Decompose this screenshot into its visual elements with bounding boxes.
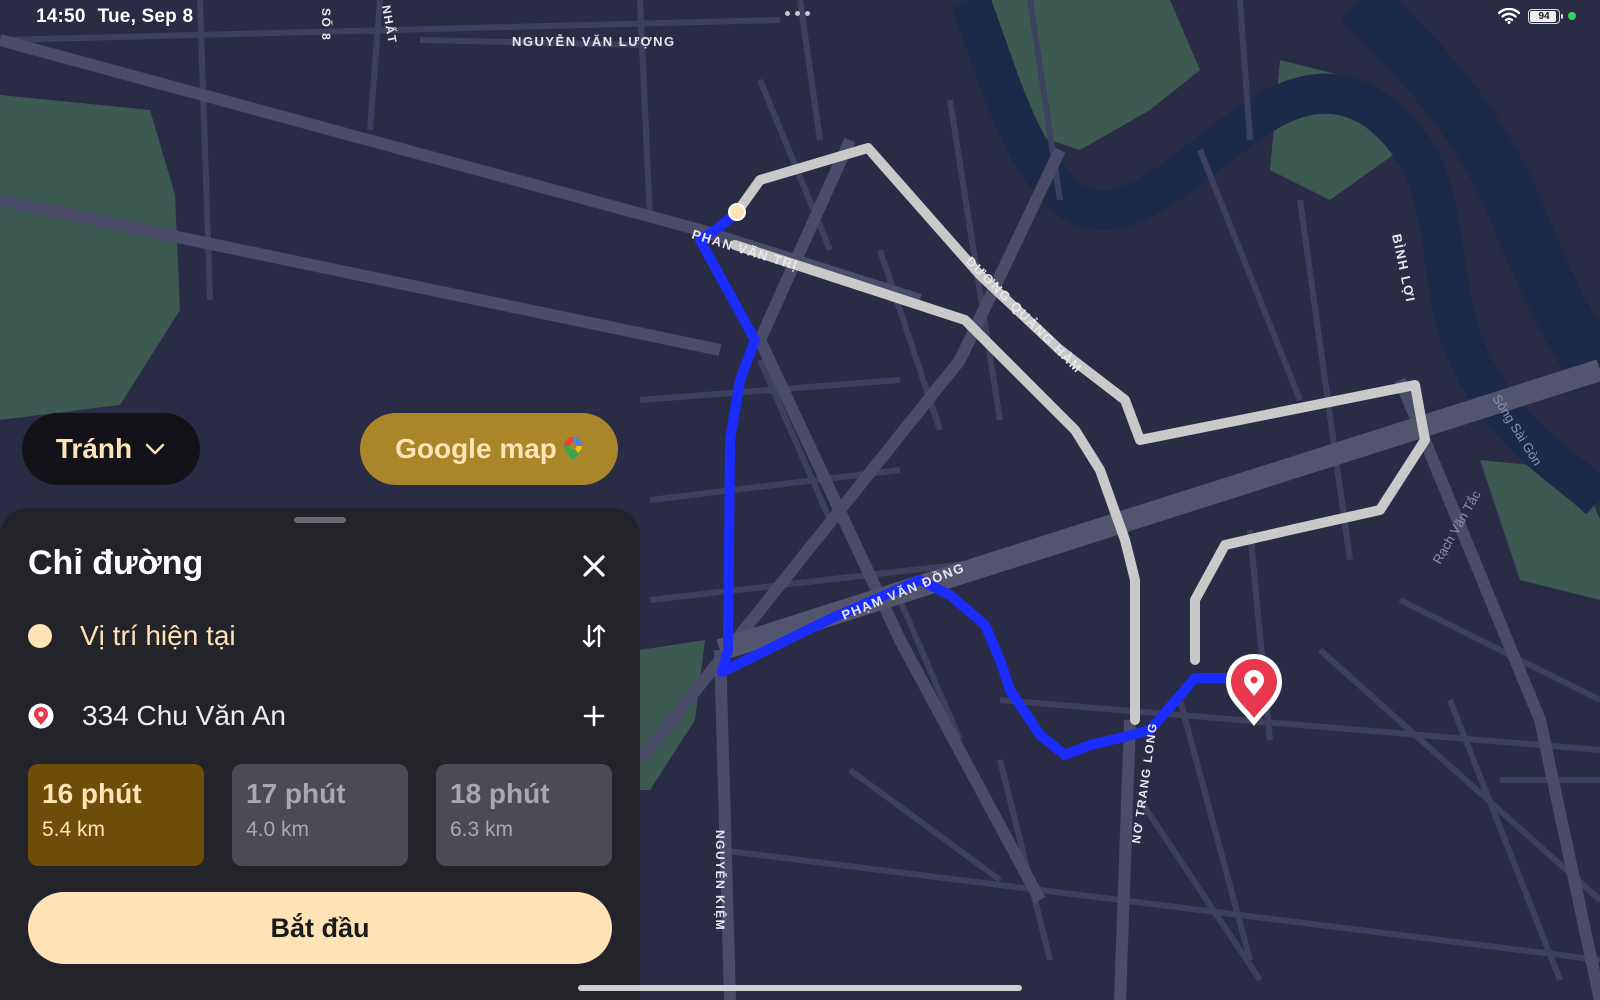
street-label: NGUYỄN KIỆM	[713, 830, 728, 931]
google-maps-pin-icon	[563, 437, 582, 461]
street-label: SỐ 8	[319, 8, 334, 41]
route-option-3[interactable]: 18 phút 6.3 km	[436, 764, 612, 866]
route-time: 16 phút	[42, 778, 142, 809]
route-distance: 5.4 km	[42, 818, 106, 841]
plus-icon	[583, 705, 605, 727]
destination-row[interactable]: 334 Chu Văn An	[28, 692, 612, 740]
directions-panel: Chỉ đường Vị trí hiện tại 334 Chu Văn An…	[0, 508, 640, 1000]
swap-arrows-icon	[582, 624, 606, 648]
destination-text: 334 Chu Văn An	[82, 700, 286, 731]
origin-dot-icon	[28, 624, 52, 648]
google-map-label: Google map	[395, 433, 557, 464]
route-options: 16 phút 5.4 km 17 phút 4.0 km 18 phút 6.…	[28, 764, 612, 866]
avoid-button[interactable]: Tránh	[22, 413, 200, 485]
route-distance: 4.0 km	[246, 818, 310, 841]
multitasking-dots-icon[interactable]	[785, 11, 810, 16]
origin-text: Vị trí hiện tại	[80, 620, 236, 651]
home-indicator[interactable]	[578, 985, 1022, 991]
status-bar-clock: 14:50 Tue, Sep 8	[36, 6, 193, 28]
add-stop-button[interactable]	[576, 698, 612, 734]
chevron-down-icon	[145, 443, 165, 455]
panel-grabber[interactable]	[294, 517, 346, 523]
close-button[interactable]	[576, 548, 612, 584]
battery-percent: 94	[1538, 10, 1550, 22]
start-button[interactable]: Bắt đầu	[28, 892, 612, 964]
swap-button[interactable]	[576, 618, 612, 654]
google-map-button[interactable]: Google map	[360, 413, 618, 485]
route-option-2[interactable]: 17 phút 4.0 km	[232, 764, 408, 866]
destination-pin-icon	[28, 703, 54, 729]
wifi-icon	[1498, 8, 1520, 24]
route-option-1[interactable]: 16 phút 5.4 km	[28, 764, 204, 866]
privacy-indicator-icon	[1568, 12, 1576, 20]
origin-row[interactable]: Vị trí hiện tại	[28, 612, 612, 660]
status-date: Tue, Sep 8	[97, 6, 194, 27]
panel-title: Chỉ đường	[28, 544, 204, 582]
route-time: 17 phút	[246, 778, 346, 809]
status-time: 14:50	[36, 6, 86, 27]
battery-icon: 94	[1528, 8, 1563, 24]
route-distance: 6.3 km	[450, 818, 514, 841]
current-location-marker	[728, 203, 746, 221]
close-icon	[583, 555, 605, 577]
street-label: NGUYỄN VĂN LƯỢNG	[512, 34, 676, 49]
status-bar-indicators: 94	[1498, 8, 1576, 24]
avoid-label: Tránh	[55, 433, 133, 464]
route-time: 18 phút	[450, 778, 550, 809]
